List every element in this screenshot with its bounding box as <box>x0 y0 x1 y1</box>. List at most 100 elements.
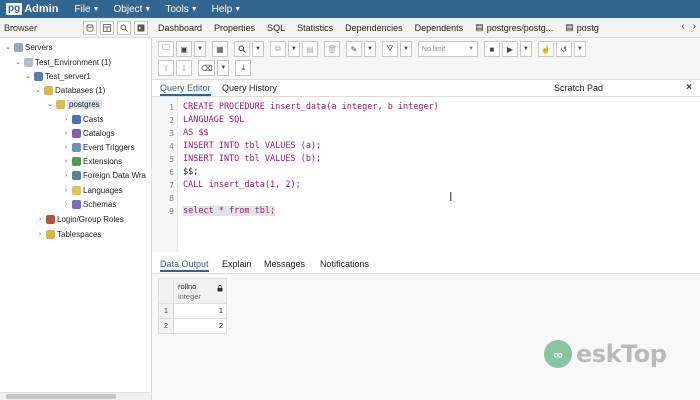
scrollbar-thumb[interactable] <box>6 394 116 399</box>
chevron-down-icon[interactable]: ⌄ <box>14 58 22 66</box>
tree-item-foreign-data-wrappers[interactable]: › Foreign Data Wra <box>62 168 146 182</box>
tab-data-output[interactable]: Data Output <box>160 259 209 272</box>
menu-tools[interactable]: Tools ▼ <box>165 4 197 15</box>
tab-statistics[interactable]: Statistics <box>297 23 333 33</box>
clear-dropdown-icon[interactable]: ▼ <box>217 60 230 76</box>
grid-corner[interactable] <box>158 278 174 304</box>
explain-analyze-icon[interactable]: ↺ <box>555 41 572 57</box>
find-icon[interactable] <box>233 41 250 57</box>
tab-query-tool[interactable]: ▤ postgres/postg... <box>475 22 553 33</box>
line-number: 6 <box>169 168 174 177</box>
rollback-icon[interactable]: ⇩ <box>176 60 192 76</box>
servers-icon <box>14 42 23 52</box>
tab-notifications[interactable]: Notifications <box>320 259 369 269</box>
tree-item-languages[interactable]: › Languages <box>62 183 123 197</box>
chevron-down-icon[interactable]: ⌄ <box>46 100 54 108</box>
tree-item-databases[interactable]: ⌄ Databases (1) <box>34 83 105 97</box>
table-icon[interactable] <box>100 20 114 35</box>
tree-item-extensions[interactable]: › Extensions <box>62 154 122 168</box>
toolbar-row-2: ⇧ ⇩ ⌫ ▼ ⤓ <box>158 60 252 76</box>
tree-item-catalogs[interactable]: › Catalogs <box>62 126 115 140</box>
tree-item-postgres[interactable]: ⌄ postgres <box>46 97 102 111</box>
tab-properties[interactable]: Properties <box>214 23 255 33</box>
execute-dropdown-icon[interactable]: ▼ <box>519 41 532 57</box>
edit-icon[interactable]: ✎ <box>346 41 363 57</box>
chevron-right-icon[interactable]: › <box>62 116 70 123</box>
row-number[interactable]: 1 <box>158 303 174 319</box>
database-icon[interactable] <box>83 20 97 35</box>
row-limit-select[interactable]: No limit ▼ <box>417 41 478 57</box>
chevron-right-icon[interactable]: › <box>62 201 70 208</box>
tab-dependents[interactable]: Dependents <box>415 23 464 33</box>
tab-query-tool-2[interactable]: ▤ postg <box>565 22 599 33</box>
tree-item-schemas[interactable]: › Schemas <box>62 197 116 211</box>
tree-item-tablespaces[interactable]: › Tablespaces <box>36 227 101 241</box>
edit-dropdown-icon[interactable]: ▼ <box>364 41 376 57</box>
tab-explain[interactable]: Explain <box>222 259 252 269</box>
explain-icon[interactable]: ☝ <box>537 41 554 57</box>
filter-icon[interactable]: ⛛ <box>381 41 398 57</box>
chevron-left-icon[interactable]: ‹ <box>681 21 684 32</box>
paste-icon[interactable]: ▤ <box>301 41 318 57</box>
chevron-right-icon[interactable]: › <box>62 172 70 179</box>
watermark: ∞ eskTop <box>544 340 667 368</box>
tab-dashboard[interactable]: Dashboard <box>158 23 202 33</box>
chevron-right-icon[interactable]: › <box>62 187 70 194</box>
terminal-icon[interactable] <box>134 20 148 35</box>
copy-dropdown-icon[interactable]: ▼ <box>287 41 300 57</box>
filter-dropdown-icon[interactable]: ▼ <box>399 41 412 57</box>
tab-query-history[interactable]: Query History <box>222 83 277 93</box>
tree-item-event-triggers[interactable]: › Event Triggers <box>62 140 135 154</box>
tab-query-editor[interactable]: Query Editor <box>160 83 211 96</box>
line-number: 4 <box>169 142 174 151</box>
result-grid-area: rollno integer 1 1 2 2 <box>152 274 700 400</box>
clear-icon[interactable]: ⌫ <box>198 60 216 76</box>
close-icon[interactable]: × <box>686 82 692 93</box>
commit-icon[interactable]: ⇧ <box>158 60 174 76</box>
tree-item-test-environment[interactable]: ⌄ Test_Environment (1) <box>14 55 111 69</box>
chevron-right-icon[interactable]: › <box>62 158 70 165</box>
column-header-rollno[interactable]: rollno integer <box>173 278 227 304</box>
line-number: 3 <box>169 129 174 138</box>
chevron-down-icon[interactable]: ⌄ <box>4 43 12 51</box>
menu-help-label: Help <box>211 3 233 15</box>
sql-editor[interactable]: 1 2 3 4 5 6 7 8 9 CREATE PROCEDURE inser… <box>152 97 700 252</box>
chevron-down-icon[interactable]: ⌄ <box>34 86 42 94</box>
grid-cell[interactable]: 1 <box>173 303 227 319</box>
explain-dropdown-icon[interactable]: ▼ <box>573 41 586 57</box>
chevron-right-icon[interactable]: › <box>62 144 70 151</box>
grid-cell[interactable]: 2 <box>173 318 227 334</box>
search-icon[interactable] <box>117 20 131 35</box>
menu-file[interactable]: File ▼ <box>74 4 99 15</box>
copy-icon[interactable]: ⧉ <box>269 41 286 57</box>
tree-item-label: Foreign Data Wra <box>83 170 146 180</box>
chevron-right-icon[interactable]: › <box>36 216 44 223</box>
execute-icon[interactable]: ▶ <box>501 41 518 57</box>
menu-file-label: File <box>74 3 91 15</box>
menu-object[interactable]: Object ▼ <box>114 4 152 15</box>
tab-dependencies[interactable]: Dependencies <box>345 23 403 33</box>
download-icon[interactable]: ⤓ <box>235 60 252 76</box>
chevron-right-icon[interactable]: › <box>62 130 70 137</box>
chevron-down-icon[interactable]: ⌄ <box>24 72 32 80</box>
save-icon[interactable]: ▣ <box>176 41 192 57</box>
tree-item-casts[interactable]: › Casts <box>62 112 103 126</box>
horizontal-scrollbar[interactable] <box>0 392 151 400</box>
stop-icon[interactable]: ■ <box>483 41 500 57</box>
tree-item-login-group-roles[interactable]: › Login/Group Roles <box>36 212 124 226</box>
column-type: integer <box>178 292 201 301</box>
chevron-right-icon[interactable]: › <box>36 231 44 238</box>
row-number[interactable]: 2 <box>158 318 174 334</box>
menu-help[interactable]: Help ▼ <box>212 4 242 15</box>
tree-item-test-server1[interactable]: ⌄ Test_server1 <box>24 69 91 83</box>
find-dropdown-icon[interactable]: ▼ <box>251 41 264 57</box>
chevron-right-icon[interactable]: › <box>693 21 696 32</box>
table-view-icon[interactable]: ▦ <box>211 41 228 57</box>
tab-messages[interactable]: Messages <box>264 259 305 269</box>
main-tabbar: Dashboard Properties SQL Statistics Depe… <box>152 18 700 38</box>
delete-icon[interactable]: 🗑 <box>323 41 341 57</box>
open-file-icon[interactable]: 🗀 <box>158 41 174 57</box>
tree-item-servers[interactable]: ⌄ Servers <box>4 40 53 54</box>
save-dropdown-icon[interactable]: ▼ <box>194 41 206 57</box>
tab-sql[interactable]: SQL <box>267 23 285 33</box>
